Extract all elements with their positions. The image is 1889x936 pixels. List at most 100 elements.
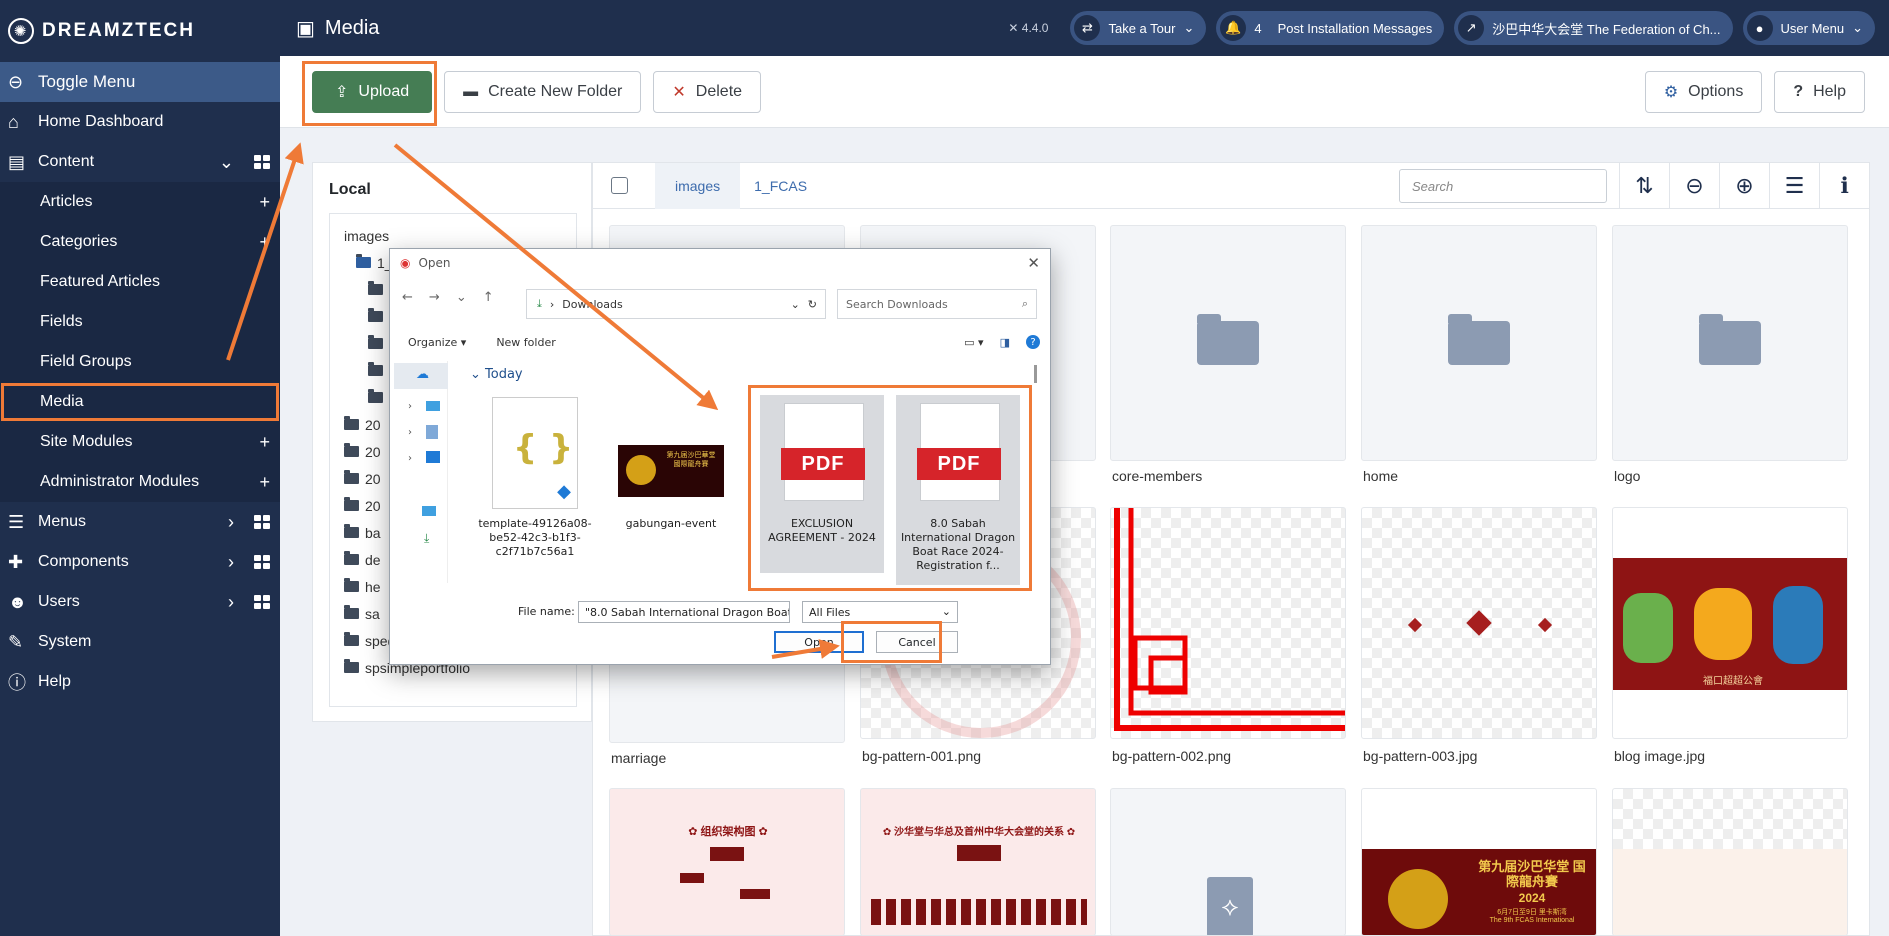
dashboard-grid-icon[interactable] — [254, 555, 270, 569]
desktop-icon[interactable] — [422, 506, 436, 516]
plus-icon[interactable]: + — [259, 432, 270, 453]
dialog-search-input[interactable]: Search Downloads ⌕ — [837, 289, 1037, 319]
zoom-out-icon[interactable]: ⊖ — [1669, 163, 1719, 209]
list-view-icon[interactable]: ☰ — [1769, 163, 1819, 209]
forward-arrow-icon[interactable]: → — [429, 290, 440, 305]
chevron-right-icon[interactable]: › — [408, 453, 412, 464]
sidebar-item-articles[interactable]: Articles + — [0, 182, 280, 222]
preview-pane-icon[interactable]: ◨ — [1000, 336, 1010, 349]
view-icon[interactable]: ▭ ▾ — [964, 336, 983, 349]
create-new-folder-button[interactable]: ▬ Create New Folder — [444, 70, 642, 113]
chevron-down-icon[interactable]: ⌄ — [791, 298, 800, 311]
chevron-right-icon[interactable]: › — [228, 552, 234, 573]
tree-root[interactable]: images — [344, 222, 562, 249]
sidebar-item-field-groups[interactable]: Field Groups — [0, 342, 280, 382]
chevron-right-icon[interactable]: › — [408, 427, 412, 438]
image-tile[interactable] — [1361, 507, 1597, 739]
chevron-down-icon: ⌄ — [941, 605, 951, 618]
tile-label: home — [1363, 468, 1399, 484]
select-all-checkbox[interactable] — [611, 177, 628, 194]
event-image-thumbnail[interactable]: 第九届沙巴華堂 國際龍舟賽 — [618, 445, 724, 497]
help-button[interactable]: ? Help — [1774, 70, 1865, 113]
user-icon: ● — [1746, 15, 1773, 41]
post-installation-messages-button[interactable]: 🔔 4 Post Installation Messages — [1216, 11, 1445, 45]
red-border-pattern — [1114, 508, 1345, 731]
back-arrow-icon[interactable]: ← — [402, 290, 413, 305]
sort-icon[interactable]: ⇅ — [1619, 163, 1669, 209]
json-file-icon[interactable]: { } ◆ — [492, 397, 578, 509]
image-tile[interactable]: 福口超超公會 — [1612, 507, 1848, 739]
toggle-menu-button[interactable]: ⊖ Toggle Menu — [0, 62, 280, 102]
breadcrumb-images[interactable]: images — [655, 162, 741, 209]
plus-icon[interactable]: + — [259, 472, 270, 493]
sidebar-item-administrator-modules[interactable]: Administrator Modules + — [0, 462, 280, 502]
tree-node-label: 20 — [365, 416, 381, 433]
sidebar-item-fields[interactable]: Fields — [0, 302, 280, 342]
sidebar-item-users[interactable]: ☻ Users › — [0, 582, 280, 622]
onedrive-nav-item[interactable]: ☁ — [394, 363, 448, 389]
plus-icon[interactable]: + — [259, 192, 270, 213]
sidebar-item-components[interactable]: ✚ Components › — [0, 542, 280, 582]
sidebar-item-site-modules[interactable]: Site Modules + — [0, 422, 280, 462]
chevron-right-icon[interactable]: › — [408, 401, 412, 412]
sidebar-item-help[interactable]: ⓘ Help — [0, 662, 280, 702]
take-a-tour-button[interactable]: ⇄ Take a Tour ⌄ — [1070, 11, 1207, 45]
image-tile[interactable]: 第九届沙巴华堂 国際龍舟賽 2024 6月7日至9日 里卡斯湾 The 9th … — [1361, 788, 1597, 936]
sidebar-item-categories[interactable]: Categories + — [0, 222, 280, 262]
organize-button[interactable]: Organize ▾ — [408, 336, 466, 349]
search-input[interactable]: Search — [1399, 169, 1607, 203]
chevron-down-icon[interactable]: ⌄ — [456, 290, 467, 305]
info-icon[interactable]: ℹ — [1819, 163, 1869, 209]
puzzle-icon: ✚ — [8, 551, 24, 572]
image-tile[interactable]: ✿ 沙华堂与华总及首州中华大会堂的关系 ✿ — [860, 788, 1096, 936]
download-icon[interactable]: ⤓ — [424, 531, 429, 546]
scrollbar[interactable] — [1034, 365, 1037, 383]
page-title-text: Media — [324, 16, 380, 39]
plus-icon[interactable]: + — [259, 232, 270, 253]
folder-tile[interactable] — [1361, 225, 1597, 461]
breadcrumb-current[interactable]: 1_FCAS — [754, 178, 807, 194]
brand-logo[interactable]: ✺ DREAMZTECH — [0, 0, 280, 62]
sidebar-item-featured-articles[interactable]: Featured Articles — [0, 262, 280, 302]
close-icon[interactable]: ✕ — [1027, 254, 1040, 272]
refresh-icon[interactable]: ↻ — [808, 298, 817, 311]
file-type-select[interactable]: All Files ⌄ — [802, 601, 958, 623]
sidebar-item-label: Site Modules — [40, 433, 133, 450]
address-bar[interactable]: ⤓ › Downloads ⌄ ↻ — [526, 289, 826, 319]
pictures-icon[interactable] — [426, 451, 440, 463]
dialog-search-placeholder: Search Downloads — [846, 297, 948, 311]
options-button[interactable]: ⚙ Options — [1644, 70, 1763, 113]
dialog-command-bar: Organize ▾ New folder ▭ ▾ ◨ ? — [390, 327, 1050, 357]
open-button-highlight-box — [841, 621, 942, 663]
breadcrumb: images 1_FCAS — [628, 162, 807, 209]
documents-icon[interactable] — [426, 425, 438, 439]
dashboard-grid-icon[interactable] — [254, 515, 270, 529]
file-name-input[interactable]: "8.0 Sabah International Dragon Boat Rac… — [578, 601, 790, 623]
sidebar-item-menus[interactable]: ☰ Menus › — [0, 502, 280, 542]
folder-tile[interactable] — [1612, 225, 1848, 461]
dashboard-grid-icon[interactable] — [254, 155, 270, 169]
folder-icon — [368, 335, 383, 349]
delete-button[interactable]: ✕ Delete — [653, 70, 762, 113]
image-tile[interactable] — [1612, 788, 1848, 936]
chevron-down-icon[interactable]: ⌄ — [219, 152, 234, 173]
dashboard-grid-icon[interactable] — [254, 595, 270, 609]
image-tile[interactable]: ✿ 组织架构图 ✿ — [609, 788, 845, 936]
version-label: ✕ 4.4.0 — [1008, 21, 1049, 35]
pdf-tile[interactable]: ⟡ — [1110, 788, 1346, 936]
desktop-icon[interactable] — [426, 401, 440, 411]
new-folder-button[interactable]: New folder — [496, 336, 555, 349]
help-icon[interactable]: ? — [1026, 335, 1040, 349]
image-tile[interactable] — [1110, 507, 1346, 739]
up-arrow-icon[interactable]: ↑ — [483, 290, 494, 305]
sidebar-item-content[interactable]: ▤ Content ⌄ — [0, 142, 280, 182]
chevron-right-icon[interactable]: › — [228, 512, 234, 533]
sidebar-item-media[interactable]: Media — [0, 382, 280, 422]
chevron-right-icon[interactable]: › — [228, 592, 234, 613]
sidebar-item-home-dashboard[interactable]: ⌂ Home Dashboard — [0, 102, 280, 142]
sidebar-item-system[interactable]: ✎ System — [0, 622, 280, 662]
user-menu-button[interactable]: ● User Menu ⌄ — [1742, 11, 1875, 45]
zoom-in-icon[interactable]: ⊕ — [1719, 163, 1769, 209]
site-link-button[interactable]: ↗ 沙巴中华大会堂 The Federation of Ch... — [1454, 11, 1733, 45]
folder-tile[interactable] — [1110, 225, 1346, 461]
